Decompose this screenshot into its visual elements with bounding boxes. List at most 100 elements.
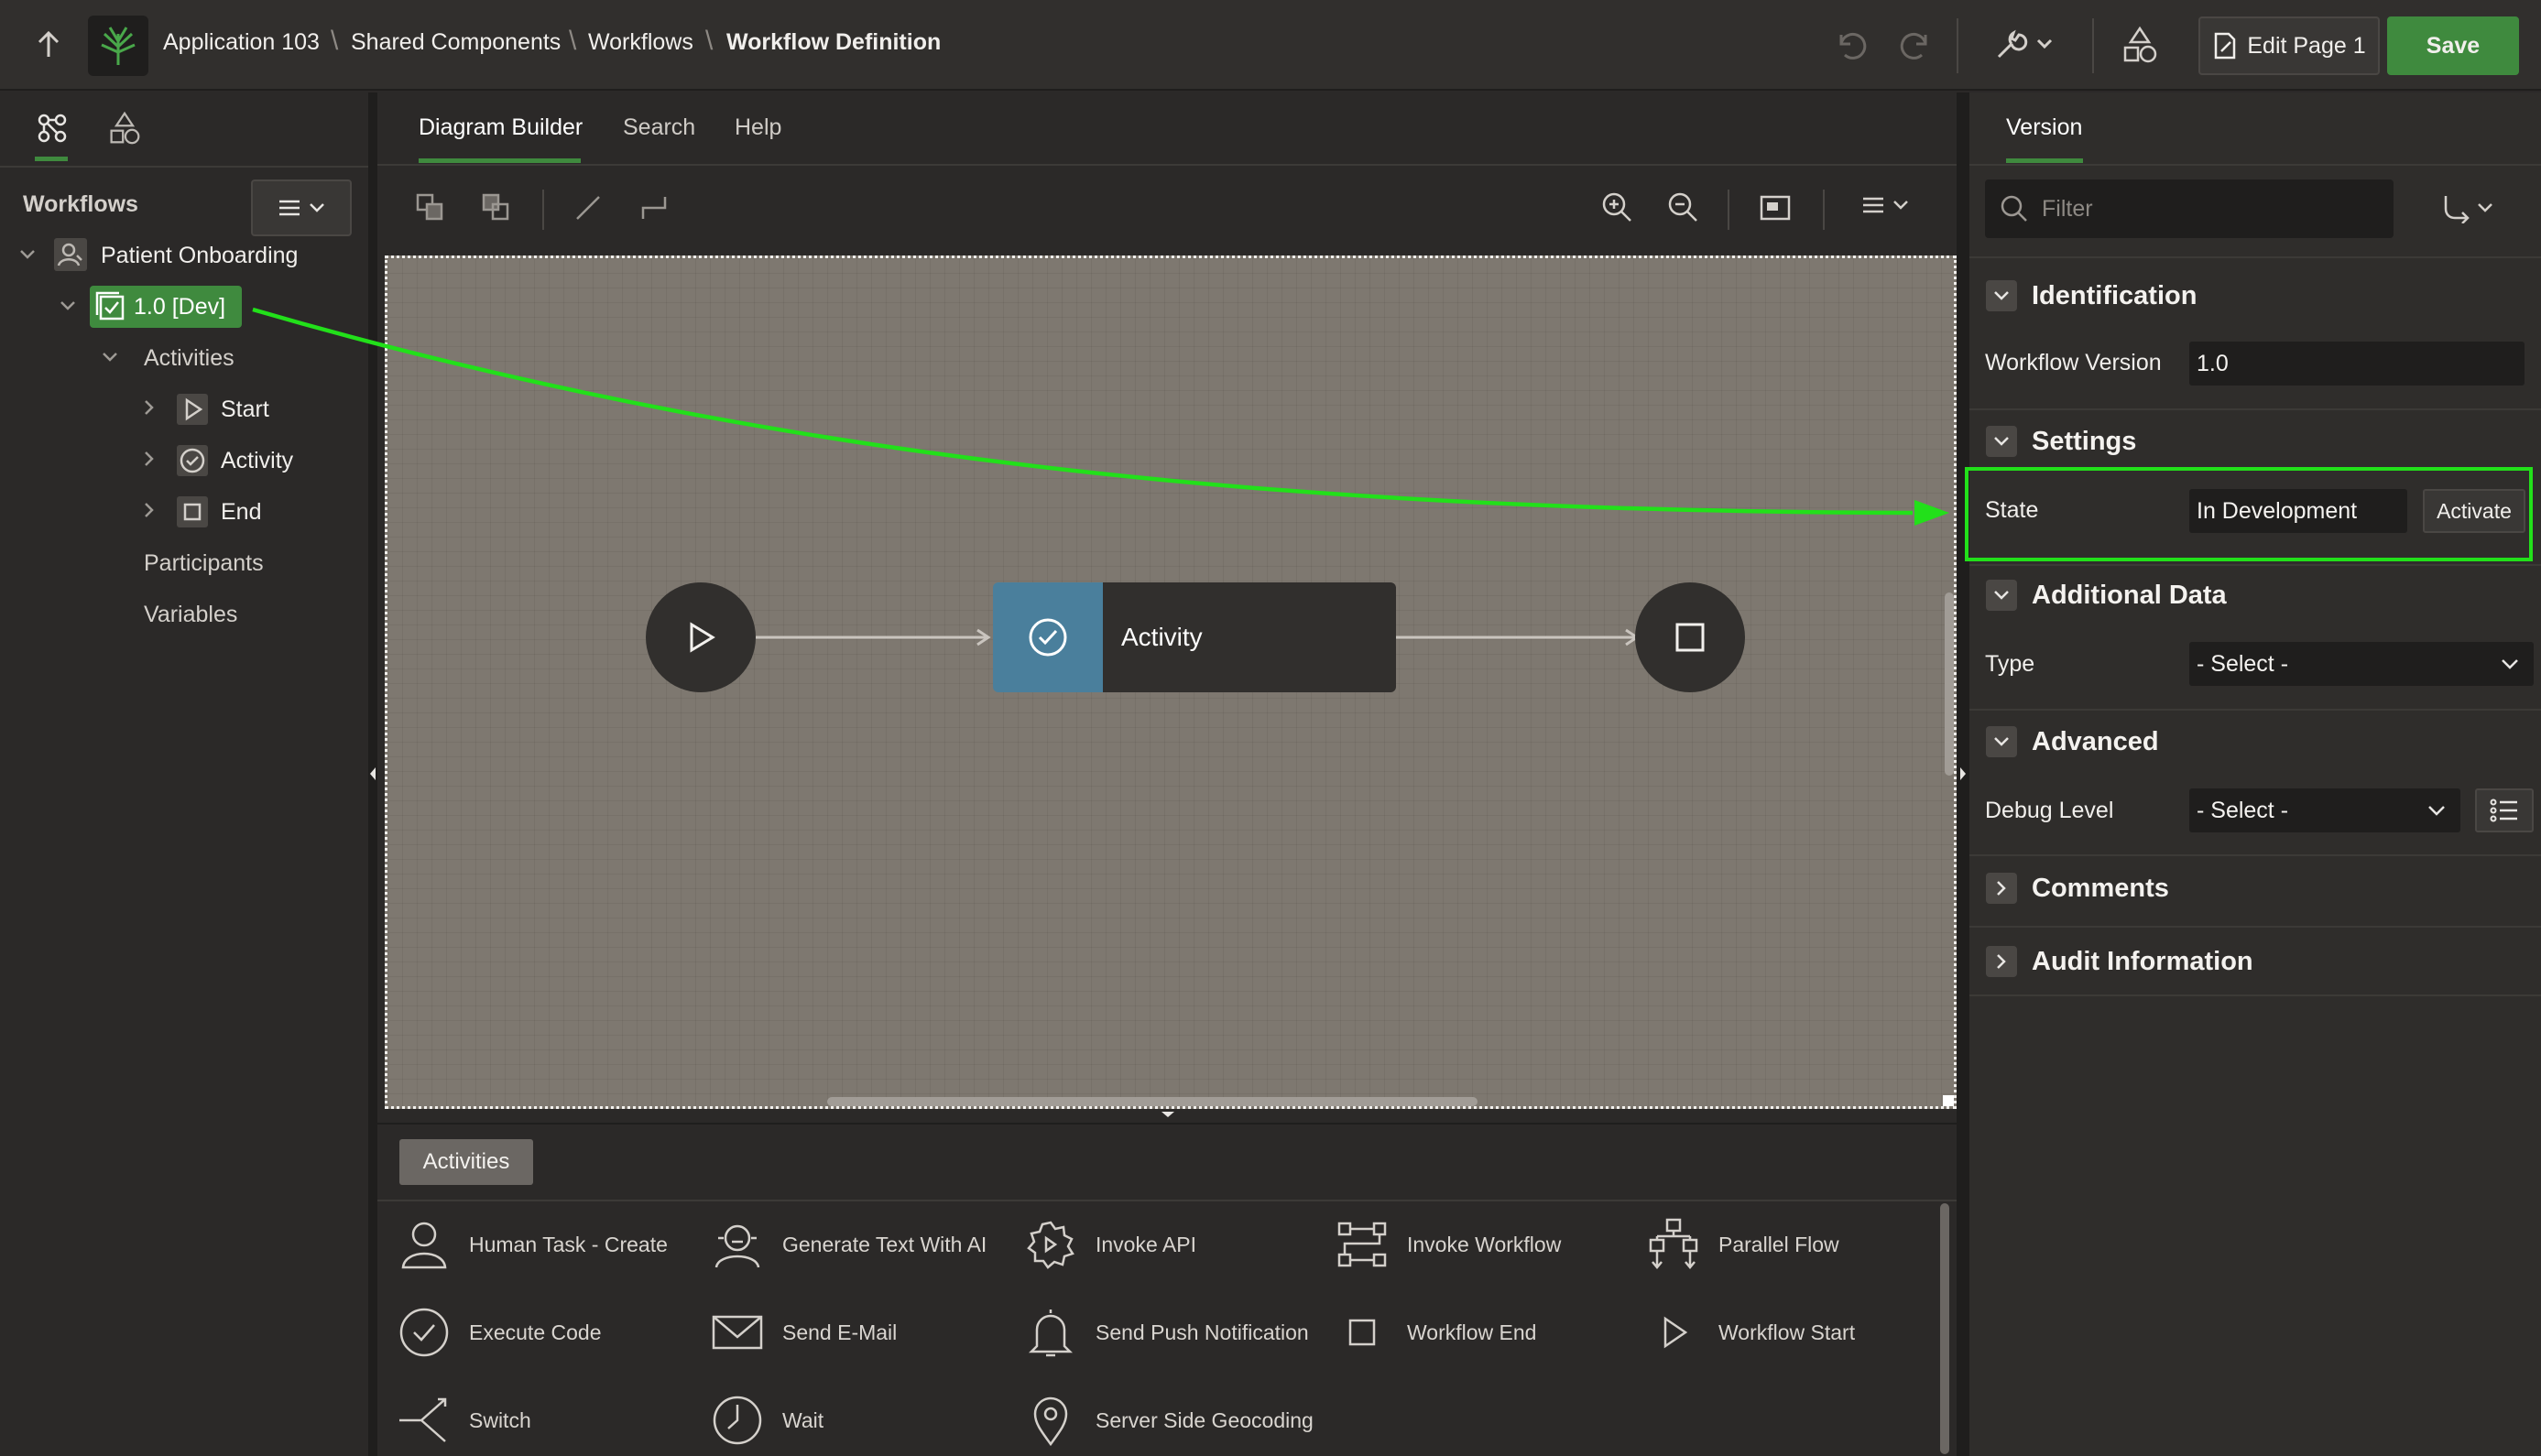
zoom-in-icon[interactable] [1599,190,1634,224]
tree-item-workflow[interactable]: Patient Onboarding [101,243,298,269]
chevron-down-icon [2502,659,2518,669]
start-node[interactable] [646,582,756,692]
person-icon [396,1216,453,1273]
chevron-down-icon[interactable] [59,299,77,312]
end-square-icon [176,495,209,528]
breadcrumb-application[interactable]: Application 103 [163,29,320,56]
chevron-down-icon[interactable] [101,351,119,364]
shared-components-shapes-icon[interactable] [108,111,141,146]
tree-item-variables[interactable]: Variables [144,602,237,628]
fit-to-window-icon[interactable] [1759,191,1792,224]
tab-help[interactable]: Help [735,114,781,141]
tree-item-participants[interactable]: Participants [144,550,264,577]
list-icon [2490,799,2517,822]
breadcrumb-shared-components[interactable]: Shared Components [351,29,561,56]
activity-node[interactable]: Activity [993,582,1396,692]
tree-item-end[interactable]: End [221,499,261,526]
splitter-arrow-left-icon[interactable] [368,766,377,782]
tab-diagram-builder[interactable]: Diagram Builder [419,114,583,141]
palette-item-parallel-flow[interactable]: Parallel Flow [1645,1212,1839,1277]
tab-search[interactable]: Search [623,114,695,141]
end-node[interactable] [1635,582,1745,692]
workflow-version-label: Workflow Version [1985,350,2162,375]
type-value: - Select - [2197,650,2289,677]
chevron-right-icon[interactable] [1986,873,2017,904]
palette-tab-activities[interactable]: Activities [399,1139,533,1185]
orthogonal-connector-icon[interactable] [638,191,671,224]
diagram-menu-icon[interactable] [1861,195,1909,215]
palette-item-workflow-end[interactable]: Workflow End [1334,1300,1536,1364]
palette-item-wait[interactable]: Wait [709,1388,823,1452]
chevron-right-icon[interactable] [143,501,156,519]
diagram-canvas[interactable]: Activity [385,255,1957,1109]
switch-branch-icon [396,1392,453,1449]
save-label: Save [2426,32,2481,59]
workflow-user-icon [53,237,88,272]
gear-icon [1022,1216,1079,1273]
tree-item-activity[interactable]: Activity [221,448,293,474]
section-identification[interactable]: Identification [1969,263,2541,329]
section-additional-data[interactable]: Additional Data [1969,562,2541,628]
chevron-down-icon[interactable] [1986,280,2017,311]
tree-item-start[interactable]: Start [221,397,269,423]
palette-item-human-task[interactable]: Human Task - Create [396,1212,668,1277]
section-advanced[interactable]: Advanced [1969,709,2541,775]
canvas-vertical-scrollbar[interactable] [1945,592,1954,776]
type-select[interactable]: - Select - [2189,642,2534,686]
straight-connector-icon[interactable] [572,191,605,224]
palette-item-invoke-workflow[interactable]: Invoke Workflow [1334,1212,1561,1277]
app-logo[interactable] [88,16,148,76]
redo-icon[interactable] [1898,27,1935,64]
undo-icon[interactable] [1832,27,1869,64]
chevron-down-icon [310,203,324,212]
palette-item-label: Switch [469,1407,531,1432]
section-settings[interactable]: Settings [1969,408,2541,474]
splitter-arrow-right-icon[interactable] [1958,766,1968,782]
workflow-version-field[interactable]: 1.0 [2189,342,2525,386]
palette-scrollbar[interactable] [1940,1203,1949,1454]
splitter-arrow-down-icon[interactable] [1160,1110,1176,1119]
palette-item-execute-code[interactable]: Execute Code [396,1300,601,1364]
breadcrumb-workflows[interactable]: Workflows [588,29,693,56]
shared-components-shapes-icon[interactable] [2121,26,2158,64]
chevron-right-icon[interactable] [143,450,156,468]
list-of-values-button[interactable] [2475,788,2534,832]
chevron-right-icon[interactable] [143,398,156,417]
send-to-back-icon[interactable] [480,191,513,224]
canvas-resize-handle[interactable] [1943,1095,1954,1106]
breadcrumb-separator: \ [331,26,339,56]
palette-item-generate-text-ai[interactable]: Generate Text With AI [709,1212,987,1277]
palette-item-send-push-notification[interactable]: Send Push Notification [1022,1300,1309,1364]
zoom-out-icon[interactable] [1665,190,1700,224]
save-button[interactable]: Save [2387,16,2519,75]
chevron-down-icon[interactable] [1986,580,2017,611]
tree-menu-button[interactable] [251,179,352,236]
tree-item-version-selected[interactable]: 1.0 [Dev] [90,286,242,328]
utilities-wrench-icon[interactable] [1993,26,2054,62]
tab-version[interactable]: Version [2006,114,2082,141]
chevron-down-icon[interactable] [1986,426,2017,457]
tree-item-activities[interactable]: Activities [144,345,234,372]
tree-view-icon[interactable] [37,113,68,144]
canvas-horizontal-scrollbar[interactable] [827,1097,1478,1106]
up-arrow-icon[interactable] [35,29,62,60]
palette-item-server-side-geocoding[interactable]: Server Side Geocoding [1022,1388,1314,1452]
section-comments[interactable]: Comments [1969,855,2541,921]
header-divider [1957,18,1958,73]
go-to-group-icon[interactable] [2440,192,2493,223]
check-circle-icon [396,1304,453,1361]
palette-item-switch[interactable]: Switch [396,1388,531,1452]
palette-item-workflow-start[interactable]: Workflow Start [1645,1300,1855,1364]
bring-to-front-icon[interactable] [414,191,447,224]
search-icon [2001,195,2027,222]
palette-item-invoke-api[interactable]: Invoke API [1022,1212,1196,1277]
edit-page-button[interactable]: Edit Page 1 [2198,16,2380,75]
debug-level-select[interactable]: - Select - [2189,788,2460,832]
filter-input[interactable]: Filter [1985,179,2394,238]
chevron-down-icon[interactable] [1986,726,2017,757]
chevron-down-icon[interactable] [18,248,37,261]
palette-item-send-email[interactable]: Send E-Mail [709,1300,897,1364]
section-audit-information[interactable]: Audit Information [1969,929,2541,994]
palette-item-label: Workflow End [1407,1320,1537,1344]
chevron-right-icon[interactable] [1986,946,2017,977]
